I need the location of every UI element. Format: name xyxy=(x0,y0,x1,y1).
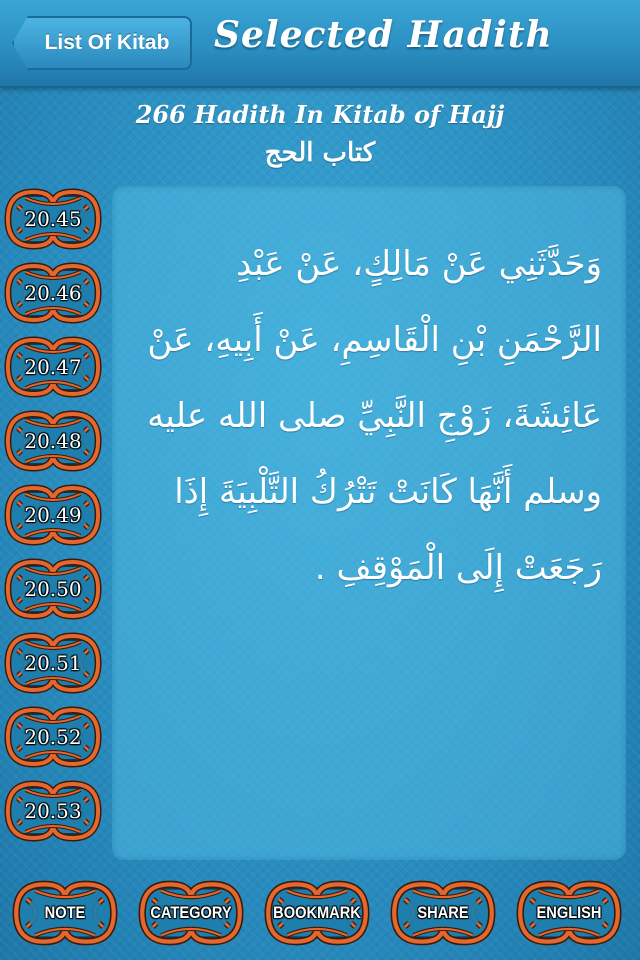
hadith-number-label: 20.49 xyxy=(24,503,82,527)
hadith-number-button[interactable]: 20.53 xyxy=(4,778,102,844)
hadith-number-label: 20.47 xyxy=(24,355,82,379)
hadith-number-button[interactable]: 20.51 xyxy=(4,630,102,696)
hadith-number-label: 20.48 xyxy=(24,429,82,453)
hadith-number-button[interactable]: 20.49 xyxy=(4,482,102,548)
toolbar-button-label: NOTE xyxy=(44,903,86,922)
kitab-subtitle: 266 Hadith In Kitab of Hajj xyxy=(135,100,505,129)
hadith-number-button[interactable]: 20.47 xyxy=(4,334,102,400)
hadith-number-label: 20.51 xyxy=(24,651,82,675)
hadith-number-button[interactable]: 20.45 xyxy=(4,186,102,252)
hadith-number-label: 20.46 xyxy=(24,281,82,305)
toolbar-button-label: ENGLISH xyxy=(536,903,602,922)
hadith-arabic-text: وَحَدَّثَنِي عَنْ مَالِكٍ، عَنْ عَبْدِ ا… xyxy=(147,244,602,588)
page-title: Selected Hadith xyxy=(214,14,553,56)
hadith-number-label: 20.53 xyxy=(24,799,82,823)
hadith-number-label: 20.45 xyxy=(24,207,82,231)
hadith-number-button[interactable]: 20.50 xyxy=(4,556,102,622)
note-button[interactable]: NOTE xyxy=(12,878,118,948)
hadith-number-label: 20.52 xyxy=(24,725,82,749)
hadith-number-button[interactable]: 20.46 xyxy=(4,260,102,326)
hadith-number-button[interactable]: 20.48 xyxy=(4,408,102,474)
bookmark-button[interactable]: BOOKMARK xyxy=(264,878,370,948)
hadith-number-list: 20.45 20.46 20.47 20.48 20.49 20.50 20.51 20.52… xyxy=(0,186,110,856)
toolbar-button-label: BOOKMARK xyxy=(273,903,361,922)
hadith-text-panel: وَحَدَّثَنِي عَنْ مَالِكٍ، عَنْ عَبْدِ ا… xyxy=(112,186,626,860)
toolbar-button-label: CATEGORY xyxy=(150,903,232,922)
list-of-kitab-button[interactable]: List Of Kitab xyxy=(12,16,192,70)
hadith-number-button[interactable]: 20.52 xyxy=(4,704,102,770)
toolbar-button-label: SHARE xyxy=(417,903,469,922)
navigation-bar: List Of Kitab Selected Hadith xyxy=(0,0,640,88)
share-button[interactable]: SHARE xyxy=(390,878,496,948)
bottom-toolbar: NOTE CATEGORY BOOKMARK SHARE ENGLISH xyxy=(0,868,640,960)
hadith-number-label: 20.50 xyxy=(24,577,82,601)
kitab-arabic-title: كتاب الحج xyxy=(264,138,376,168)
category-button[interactable]: CATEGORY xyxy=(138,878,244,948)
english-button[interactable]: ENGLISH xyxy=(516,878,622,948)
